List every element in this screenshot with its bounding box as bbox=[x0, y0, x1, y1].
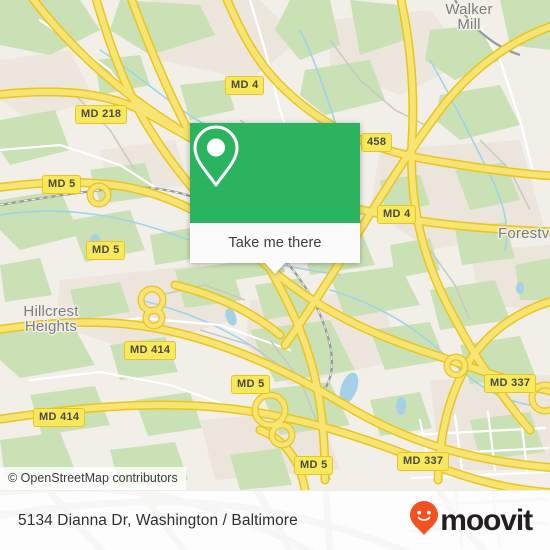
footer-bar: 5134 Dianna Dr, Washington / Baltimore m… bbox=[0, 490, 550, 550]
moovit-logo[interactable]: moovit bbox=[409, 500, 533, 541]
take-me-there-card[interactable]: Take me there bbox=[190, 123, 360, 274]
road-shield-md-218[interactable]: MD 218 bbox=[75, 105, 128, 124]
osm-attribution[interactable]: © OpenStreetMap contributors bbox=[0, 466, 186, 490]
map-canvas[interactable]: Walker Mill Forestv Hillcrest Heights MD… bbox=[0, 0, 550, 490]
map-screenshot: Walker Mill Forestv Hillcrest Heights MD… bbox=[0, 0, 550, 550]
moovit-wordmark: moovit bbox=[440, 503, 533, 537]
road-shield-458[interactable]: 458 bbox=[361, 133, 393, 152]
road-shield-md-5-south[interactable]: MD 5 bbox=[294, 456, 334, 475]
take-me-there-label: Take me there bbox=[228, 235, 322, 251]
road-shield-md-5-center[interactable]: MD 5 bbox=[231, 375, 271, 394]
card-pointer-tail bbox=[265, 263, 285, 274]
road-shield-md-337-south[interactable]: MD 337 bbox=[397, 452, 450, 471]
road-shield-md-5-mid[interactable]: MD 5 bbox=[86, 241, 126, 260]
card-header bbox=[190, 123, 360, 223]
road-shield-md-5-west[interactable]: MD 5 bbox=[42, 175, 82, 194]
take-me-there-button[interactable]: Take me there bbox=[190, 223, 360, 263]
road-shield-md-4-north[interactable]: MD 4 bbox=[225, 76, 265, 95]
address-label: 5134 Dianna Dr, Washington / Baltimore bbox=[18, 511, 298, 529]
moovit-smiley-pin-icon bbox=[409, 500, 439, 541]
road-shield-md-337-east[interactable]: MD 337 bbox=[484, 374, 537, 393]
road-shield-md-414-lower[interactable]: MD 414 bbox=[33, 408, 86, 427]
road-shield-md-4-east[interactable]: MD 4 bbox=[377, 205, 417, 224]
road-shield-md-414-upper[interactable]: MD 414 bbox=[124, 341, 177, 360]
